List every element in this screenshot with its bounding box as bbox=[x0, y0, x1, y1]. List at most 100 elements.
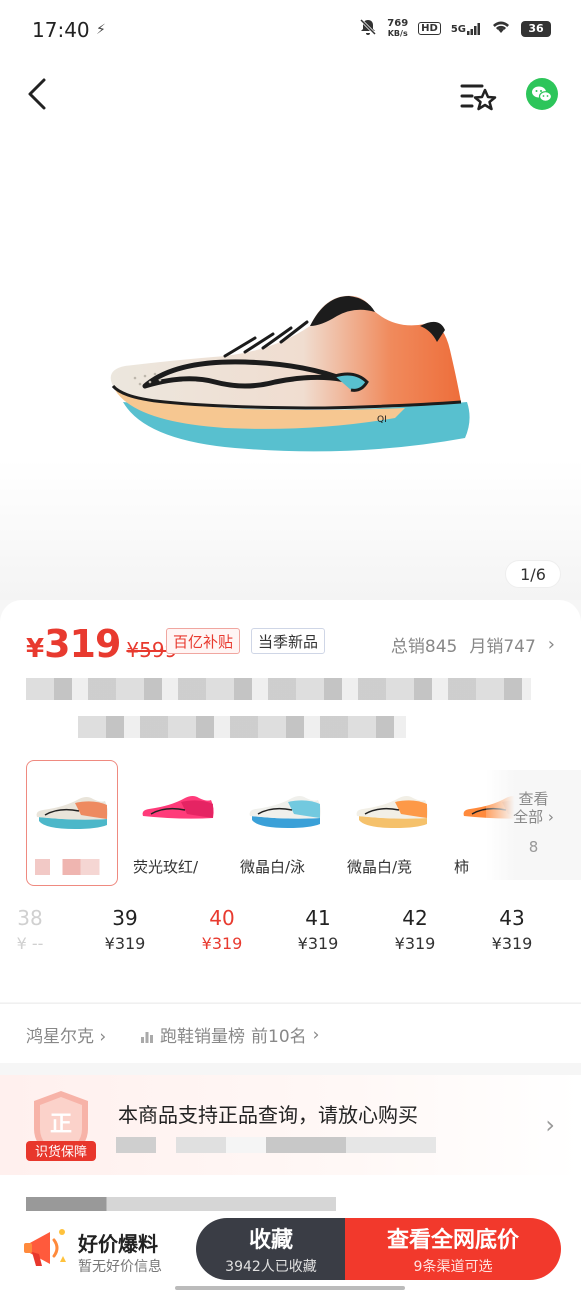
back-arrow-icon bbox=[28, 78, 46, 110]
ranking-value: 前10名 bbox=[251, 1027, 307, 1047]
total-sales: 总销845 bbox=[390, 637, 458, 657]
chevron-right-icon: › bbox=[99, 1027, 107, 1047]
product-title-redacted bbox=[26, 676, 536, 746]
collect-button[interactable]: 收藏 3942人已收藏 bbox=[196, 1218, 346, 1280]
collect-count: 3942人已收藏 bbox=[225, 1259, 317, 1275]
mute-bell-icon bbox=[359, 18, 377, 39]
status-time: 17:40 bbox=[32, 18, 90, 42]
badge-label: 识货保障 bbox=[35, 1144, 87, 1160]
size-number: 41 bbox=[305, 906, 331, 930]
wechat-share-button[interactable] bbox=[526, 78, 558, 110]
wechat-icon bbox=[532, 86, 553, 102]
product-image-gallery[interactable]: QI 1/6 bbox=[0, 130, 581, 600]
color-variant-item[interactable]: 微晶白/泳 bbox=[240, 760, 332, 886]
size-number: 43 bbox=[499, 906, 525, 930]
size-option[interactable]: 41 ¥319 bbox=[278, 906, 358, 953]
ranking-label: 跑鞋销量榜 bbox=[160, 1027, 245, 1047]
status-icons: 769 KB/s HD 5G 36 bbox=[359, 18, 551, 39]
deal-title[interactable]: 好价爆料 bbox=[78, 1228, 158, 1257]
hd-badge: HD bbox=[418, 22, 441, 35]
compare-prices-label: 查看全网底价 bbox=[386, 1228, 519, 1253]
see-all-line2: 全部 › bbox=[513, 808, 554, 826]
badge-char: 正 bbox=[50, 1112, 72, 1137]
size-number: 40 bbox=[209, 906, 235, 930]
size-price: ¥319 bbox=[201, 934, 243, 953]
brand-link[interactable]: 鸿星尔克 › bbox=[26, 1022, 106, 1047]
compare-prices-button[interactable]: 查看全网底价 9条渠道可选 bbox=[345, 1218, 561, 1280]
size-number: 39 bbox=[112, 906, 138, 930]
size-number: 42 bbox=[402, 906, 428, 930]
home-indicator[interactable] bbox=[175, 1286, 405, 1290]
authenticity-badge-icon: 正 识货保障 bbox=[26, 1091, 96, 1161]
size-number: 38 bbox=[17, 906, 43, 930]
monthly-sales: 月销747 bbox=[469, 637, 536, 657]
size-option[interactable]: 40 ¥319 bbox=[182, 906, 262, 953]
image-counter: 1/6 bbox=[505, 560, 561, 588]
price-row: ¥ 319 ¥599 bbox=[26, 622, 177, 666]
size-list: 38 ¥ -- 39 ¥319 40 ¥319 41 ¥319 42 ¥319 43 ¥319 bbox=[0, 906, 581, 976]
shop-ranking-row: 鸿星尔克 › 跑鞋销量榜 前10名 › bbox=[0, 1003, 581, 1063]
bottom-action-bar: 好价爆料 暂无好价信息 收藏 3942人已收藏 查看全网底价 9条渠道可选 bbox=[0, 1212, 581, 1292]
compare-prices-sub: 9条渠道可选 bbox=[413, 1259, 493, 1275]
new-season-tag: 当季新品 bbox=[251, 628, 326, 654]
price-currency: ¥ bbox=[26, 634, 45, 664]
favorites-list-button[interactable] bbox=[458, 78, 498, 114]
chevron-right-icon: › bbox=[312, 1024, 320, 1045]
brand-name: 鸿星尔克 bbox=[26, 1027, 94, 1047]
color-variant-item[interactable]: 荧光玫红/ bbox=[133, 760, 225, 886]
size-price: ¥ -- bbox=[16, 934, 44, 953]
net-speed-value: 769 bbox=[387, 17, 409, 29]
see-all-variants-button[interactable]: 查看 全部 › 8 bbox=[486, 770, 581, 880]
color-variant-item[interactable] bbox=[26, 760, 118, 886]
variant-label: 微晶白/竞 bbox=[347, 858, 413, 876]
network-speed: 769 KB/s bbox=[387, 17, 409, 39]
product-main-image: QI bbox=[110, 295, 470, 452]
chevron-right-icon: › bbox=[547, 634, 555, 655]
color-variant-list: 荧光玫红/微晶白/泳 微晶白/竞柿查看 全部 › 8 bbox=[26, 760, 581, 888]
svg-text:QI: QI bbox=[377, 415, 387, 425]
back-button[interactable] bbox=[22, 74, 58, 114]
product-info-card: ¥ 319 ¥599 百亿补贴 当季新品 总销845 月销747 › 荧光玫红/… bbox=[0, 600, 581, 1002]
collect-label: 收藏 bbox=[248, 1228, 293, 1253]
top-nav-bar bbox=[0, 60, 581, 130]
guarantee-title: 本商品支持正品查询，请放心购买 bbox=[118, 1103, 418, 1127]
bar-chart-icon bbox=[140, 1028, 154, 1043]
variant-shoe-image bbox=[249, 796, 321, 828]
size-price: ¥319 bbox=[394, 934, 436, 953]
status-bar: 17:40 ⚡ 769 KB/s HD 5G 36 bbox=[0, 0, 581, 60]
favorites-list-icon bbox=[460, 84, 497, 111]
size-option: 38 ¥ -- bbox=[0, 906, 70, 953]
next-section-title-redacted bbox=[26, 1197, 336, 1211]
color-variant-item[interactable]: 微晶白/竞 bbox=[347, 760, 439, 886]
size-price: ¥319 bbox=[297, 934, 339, 953]
net-speed-unit: KB/s bbox=[387, 28, 408, 38]
ranking-link[interactable]: 跑鞋销量榜 前10名 › bbox=[140, 1022, 319, 1047]
size-option[interactable]: 42 ¥319 bbox=[375, 906, 455, 953]
price-value: 319 bbox=[44, 622, 121, 666]
next-section-peek bbox=[0, 1175, 581, 1215]
deal-subtitle: 暂无好价信息 bbox=[78, 1259, 162, 1275]
chevron-right-icon: › bbox=[545, 1111, 555, 1139]
guarantee-subtitle-redacted bbox=[116, 1137, 436, 1153]
variant-count: 8 bbox=[528, 838, 539, 856]
size-option[interactable]: 43 ¥319 bbox=[472, 906, 552, 953]
variant-shoe-image bbox=[36, 797, 108, 829]
wifi-icon bbox=[491, 19, 511, 38]
variant-label: 微晶白/泳 bbox=[240, 858, 306, 876]
signal-icon: 5G bbox=[450, 22, 481, 35]
chevron-right-icon: › bbox=[547, 808, 554, 826]
signal-label: 5G bbox=[450, 23, 466, 35]
variant-label bbox=[35, 859, 111, 875]
size-price: ¥319 bbox=[491, 934, 533, 953]
battery-icon: 36 bbox=[521, 20, 551, 37]
size-option[interactable]: 39 ¥319 bbox=[85, 906, 165, 953]
see-all-line1: 查看 bbox=[518, 790, 549, 808]
variant-label: 荧光玫红/ bbox=[133, 858, 199, 876]
variant-shoe-image bbox=[356, 796, 428, 828]
charging-icon: ⚡ bbox=[96, 22, 106, 38]
megaphone-icon[interactable] bbox=[20, 1222, 72, 1274]
subsidy-tag: 百亿补贴 bbox=[166, 628, 241, 654]
sales-info-link[interactable]: 总销845 月销747 › bbox=[391, 632, 555, 657]
size-price: ¥319 bbox=[104, 934, 146, 953]
authenticity-guarantee-banner[interactable]: 正 识货保障 本商品支持正品查询，请放心购买 › bbox=[0, 1075, 581, 1175]
